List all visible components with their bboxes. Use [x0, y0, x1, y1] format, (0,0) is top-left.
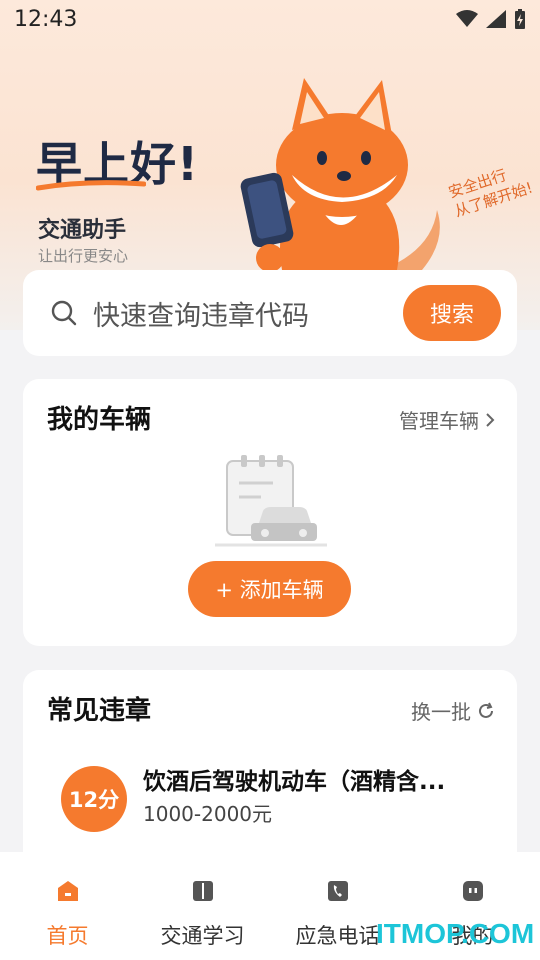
empty-vehicle-illustration-icon — [215, 455, 327, 547]
wifi-icon — [456, 10, 478, 27]
book-icon — [192, 881, 213, 901]
profile-icon — [462, 881, 483, 901]
app-name: 交通助手 — [38, 218, 127, 243]
search-input[interactable]: 快速查询违章代码 — [93, 294, 403, 333]
site-watermark: ITMOP.COM — [376, 918, 535, 949]
chevron-right-icon — [486, 412, 495, 427]
my-vehicles-card: 我的车辆 管理车辆 + 添加车辆 — [23, 379, 517, 646]
home-icon — [57, 881, 78, 901]
tab-home-label: 首页 — [46, 924, 89, 948]
side-note: 安全出行 从了解开始! — [446, 158, 535, 221]
common-violations-card: 常见违章 换一批 12分 饮酒后驾驶机动车（酒精含... 1000-2000元 — [23, 670, 517, 870]
status-icons — [456, 9, 526, 29]
refresh-batch-label: 换一批 — [411, 700, 471, 724]
signal-icon — [486, 10, 506, 28]
greeting-underline — [36, 180, 146, 191]
refresh-batch-button[interactable]: 换一批 — [411, 696, 495, 725]
tab-home[interactable]: 首页 — [0, 852, 135, 960]
search-bar[interactable]: 快速查询违章代码 搜索 — [23, 270, 517, 356]
tab-traffic-learning-label: 交通学习 — [160, 924, 245, 948]
status-bar: 12:43 — [0, 0, 540, 38]
violation-fine: 1000-2000元 — [143, 802, 273, 826]
phone-icon — [327, 881, 348, 901]
manage-vehicles-link[interactable]: 管理车辆 — [399, 405, 495, 434]
battery-icon — [515, 9, 525, 29]
add-vehicle-button[interactable]: + 添加车辆 — [188, 561, 351, 617]
app-slogan: 让出行更安心 — [38, 247, 129, 265]
violation-item[interactable]: 12分 饮酒后驾驶机动车（酒精含... 1000-2000元 — [61, 762, 491, 832]
manage-vehicles-label: 管理车辆 — [399, 409, 479, 433]
fox-mascot-icon — [240, 78, 440, 270]
status-time: 12:43 — [14, 6, 78, 32]
common-violations-title: 常见违章 — [47, 696, 152, 726]
violation-score-badge: 12分 — [61, 766, 127, 832]
refresh-icon — [479, 702, 493, 718]
violation-title: 饮酒后驾驶机动车（酒精含... — [143, 769, 446, 795]
tab-emergency-phone-label: 应急电话 — [295, 924, 380, 948]
search-button[interactable]: 搜索 — [403, 285, 501, 341]
tab-traffic-learning[interactable]: 交通学习 — [135, 852, 270, 960]
my-vehicles-title: 我的车辆 — [47, 405, 152, 435]
search-icon — [51, 300, 77, 326]
